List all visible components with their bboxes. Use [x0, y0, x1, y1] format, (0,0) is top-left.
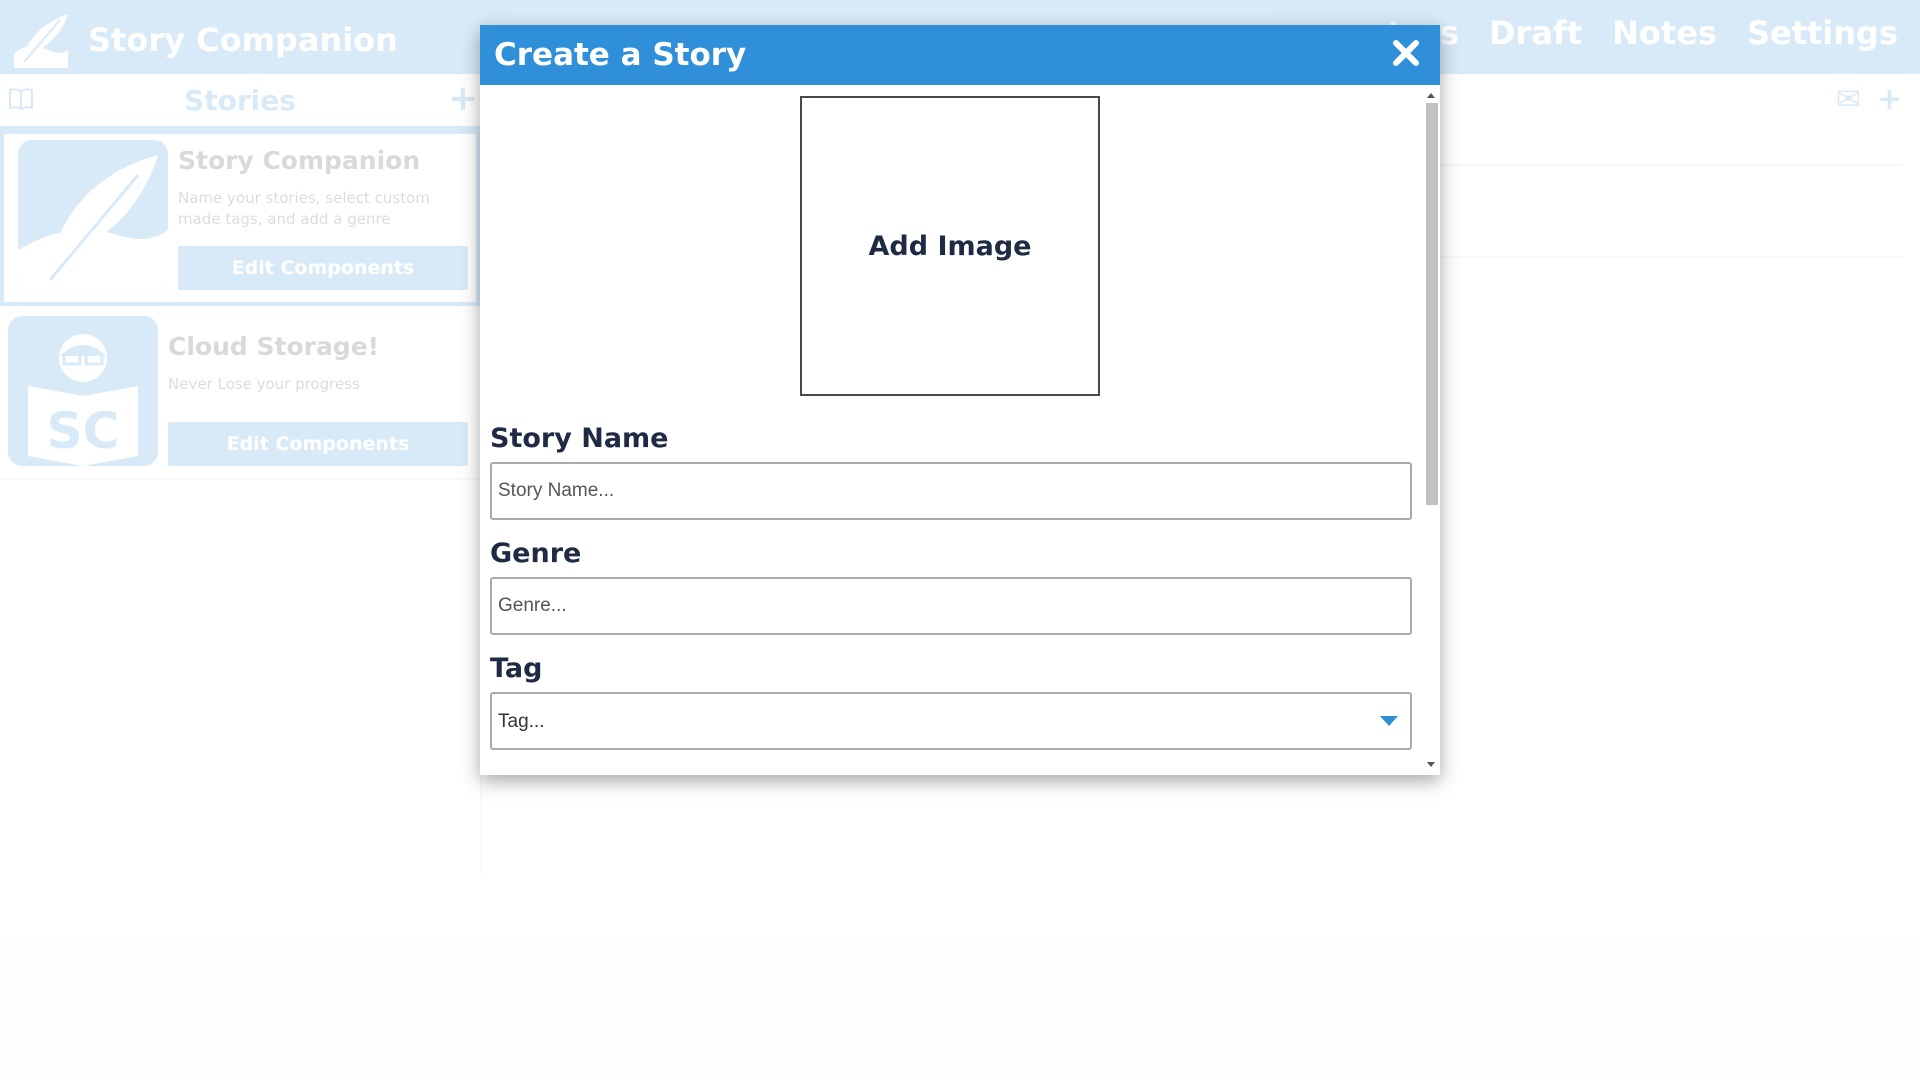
story-name-label: Story Name [490, 423, 669, 454]
dialog-header: Create a Story [480, 25, 1440, 85]
scroll-thumb[interactable] [1426, 103, 1438, 505]
tag-placeholder: Tag... [498, 711, 545, 732]
chevron-down-icon[interactable] [1380, 716, 1398, 726]
add-image-button[interactable]: Add Image [800, 96, 1100, 396]
scroll-down-arrow-icon[interactable] [1427, 762, 1435, 767]
genre-input[interactable] [490, 577, 1412, 635]
dialog-scrollbar[interactable] [1424, 87, 1438, 773]
story-name-input[interactable] [490, 462, 1412, 520]
dialog-body[interactable]: Add Image Story Name Genre Tag Tag... [480, 85, 1440, 775]
scroll-up-arrow-icon[interactable] [1427, 93, 1435, 98]
genre-label: Genre [490, 538, 582, 569]
create-story-dialog: Create a Story Add Image Story Name Genr… [480, 25, 1440, 775]
dialog-title: Create a Story [494, 37, 747, 73]
tag-label: Tag [490, 653, 543, 684]
tag-dropdown[interactable]: Tag... [490, 692, 1412, 750]
close-icon[interactable] [1390, 37, 1422, 69]
